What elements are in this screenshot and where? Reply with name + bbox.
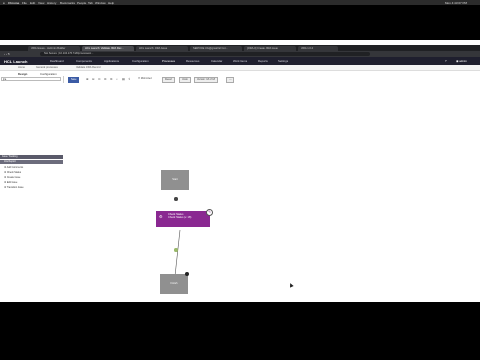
finish-node[interactable]: Finish xyxy=(160,274,188,294)
connector-lines xyxy=(174,171,181,277)
palette-step-label: Check Status xyxy=(6,171,22,174)
gear-icon: ⚙ xyxy=(159,214,163,219)
menubar-file[interactable]: File xyxy=(22,1,27,5)
zoom-in-icon[interactable]: ⊕ xyxy=(86,77,89,81)
palette-step-transition-issue[interactable]: ⚙ Transition Issue xyxy=(4,186,24,189)
nav-work-items[interactable]: Work Items xyxy=(233,59,247,63)
menubar-view[interactable]: View xyxy=(38,1,44,5)
process-canvas[interactable]: Start ⚙ Check Status Check Status (v. 18… xyxy=(63,83,480,302)
tab-configuration[interactable]: Configuration xyxy=(40,72,57,76)
url-text: 10.134.176.74/#/processes/... xyxy=(59,52,94,55)
nav-reports[interactable]: Reports xyxy=(258,59,268,63)
nav-dashboard[interactable]: Dashboard xyxy=(50,59,64,63)
menubar-people[interactable]: People xyxy=(77,1,86,5)
designer-toolbar: Save ⊕ ⊖ ⊙ ⊚ ⊛ ⌕ ▤ ⇪ ☐ Minimized Revert … xyxy=(66,76,480,83)
nav-processes[interactable]: Processes xyxy=(162,59,175,63)
palette-step-label: Add Comments xyxy=(6,166,24,169)
mac-menu-bar: ● Chrome File Edit View History Bookmark… xyxy=(0,0,480,5)
start-node[interactable]: Start xyxy=(161,170,189,190)
palette-step-add-comments[interactable]: ⚙ Add Comments xyxy=(4,166,23,169)
help-icon[interactable]: ? xyxy=(445,59,447,63)
user-name: admin xyxy=(459,59,467,64)
zoom-actual-icon[interactable]: ⊚ xyxy=(104,77,107,81)
not-secure-label: Not Secure xyxy=(44,52,57,55)
print-icon[interactable]: ▤ xyxy=(122,77,125,81)
user-menu[interactable]: ◉ admin xyxy=(456,59,467,63)
palette-step-check-status[interactable]: ⚙ Check Status xyxy=(4,171,21,174)
minimized-toggle[interactable]: ☐ Minimized xyxy=(138,77,152,81)
zoom-out-icon[interactable]: ⊖ xyxy=(92,77,95,81)
search-icon[interactable]: ⌕ xyxy=(116,77,118,81)
nav-applications[interactable]: Applications xyxy=(104,59,119,63)
palette-step-label: Transition Issue xyxy=(6,186,24,189)
zoom-reset-icon[interactable]: ⊛ xyxy=(110,77,113,81)
success-connection-handle[interactable] xyxy=(174,248,178,252)
apple-icon[interactable]: ● xyxy=(3,1,5,5)
step-palette: jira Issue Tracking Jira Report ⚙ Add Co… xyxy=(0,76,64,302)
menubar-clock: Mon 4:43:07 PM xyxy=(445,0,468,5)
menubar-bookmarks[interactable]: Bookmarks xyxy=(60,1,75,5)
palette-category-jira[interactable]: Jira Report xyxy=(0,160,63,164)
nav-calendar[interactable]: Calendar xyxy=(211,59,222,63)
menubar-edit[interactable]: Edit xyxy=(30,1,35,5)
step-subtitle: Check Status (v. 18) xyxy=(168,216,192,220)
palette-step-label: Edit Issue xyxy=(6,181,18,184)
nav-resources[interactable]: Resources xyxy=(186,59,199,63)
nav-components[interactable]: Components xyxy=(76,59,92,63)
menubar-history[interactable]: History xyxy=(47,1,56,5)
menubar-window[interactable]: Window xyxy=(95,1,106,5)
finish-options-icon[interactable] xyxy=(185,272,189,276)
nav-settings[interactable]: Settings xyxy=(278,59,288,63)
palette-step-label: Create Issue xyxy=(6,176,21,179)
zoom-fit-icon[interactable]: ⊙ xyxy=(98,77,101,81)
nav-configuration[interactable]: Configuration xyxy=(132,59,149,63)
menubar-app-name[interactable]: Chrome xyxy=(8,1,19,5)
connection-handle[interactable] xyxy=(174,197,178,201)
step-search-input[interactable]: jira xyxy=(1,77,61,81)
app-navigation: HCL Launch Dashboard Components Applicat… xyxy=(0,57,480,65)
nav-arrows-icon[interactable]: ‹ › ↻ xyxy=(4,52,10,56)
browser-screen: JIRA Issues - Jazzmin Builder HCL Launch… xyxy=(0,40,480,302)
app-brand[interactable]: HCL Launch xyxy=(4,59,27,64)
url-field[interactable]: Not Secure | 10.134.176.74/#/processes/.… xyxy=(40,52,370,56)
minimized-label: Minimized xyxy=(140,77,152,80)
palette-step-create-issue[interactable]: ⚙ Create Issue xyxy=(4,176,20,179)
export-icon[interactable]: ⇪ xyxy=(128,77,131,81)
step-edit-icon[interactable]: ✎ xyxy=(206,209,213,216)
palette-category-issue-tracking[interactable]: Issue Tracking xyxy=(0,155,63,159)
menubar-help[interactable]: Help xyxy=(108,1,114,5)
palette-step-edit-issue[interactable]: ⚙ Edit Issue xyxy=(4,181,17,184)
check-status-step[interactable]: ⚙ Check Status Check Status (v. 18) ✎ xyxy=(156,209,213,227)
menubar-tab[interactable]: Tab xyxy=(88,1,93,5)
